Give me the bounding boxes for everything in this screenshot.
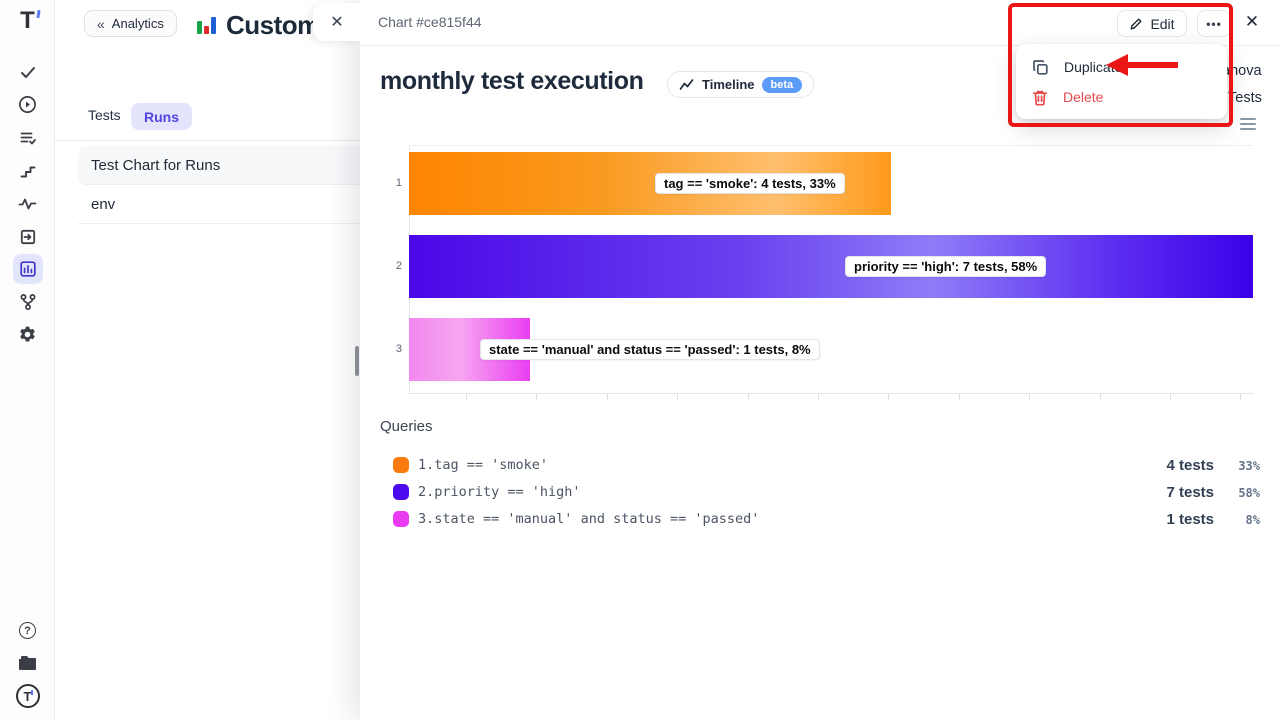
import-login-box-icon[interactable] [0,228,55,246]
bar-label-3: state == 'manual' and status == 'passed'… [480,339,820,360]
query-row-2: 2. priority == 'high' 7 tests58% [393,483,1260,501]
tabs-divider [55,140,360,141]
chart-id-title: Chart #ce815f44 [378,0,482,45]
query-row-3: 3. state == 'manual' and status == 'pass… [393,510,1260,528]
category-label-1: 1 [386,177,402,189]
brand-logo-circle-icon[interactable]: T [0,684,55,708]
query-color-swatch [393,511,409,527]
more-options-button[interactable]: ••• [1197,10,1231,37]
plot-top-border [409,145,1253,146]
list-item-env[interactable]: env [78,185,360,224]
query-percent: 58% [1214,486,1260,500]
tab-tests[interactable]: Tests [88,107,121,123]
duplicate-copy-icon [1032,59,1049,76]
query-color-swatch [393,457,409,473]
query-number: 1. [418,457,434,473]
activity-pulse-icon[interactable] [0,195,55,213]
list-item-label: Test Chart for Runs [91,157,220,174]
panel-close-tab[interactable]: ✕ [313,3,361,41]
clipped-author-text: anova [1222,63,1262,79]
milestones-steps-icon[interactable] [0,162,55,180]
query-row-1: 1. tag == 'smoke' 4 tests33% [393,456,1260,474]
panel-header: Chart #ce815f44 Edit ••• ✕ [360,0,1280,46]
query-tests-count: 1 tests [1166,511,1214,528]
edit-button[interactable]: Edit [1117,10,1187,37]
analytics-chart-icon-active[interactable] [0,254,55,284]
timeline-label: Timeline [702,77,755,92]
query-tests-count: 7 tests [1166,484,1214,501]
tab-runs-label: Runs [144,109,179,125]
back-to-analytics-button[interactable]: « Analytics [84,10,177,37]
query-code: priority == 'high' [434,484,580,500]
queries-heading: Queries [380,418,433,435]
runs-play-circle-icon[interactable] [0,95,55,114]
chart-title: monthly test execution [380,67,643,96]
clipped-tests-text: Tests [1228,90,1262,106]
list-item-test-chart-for-runs[interactable]: Test Chart for Runs [78,146,360,185]
annotation-arrow-head [1106,54,1128,76]
query-code: tag == 'smoke' [434,457,548,473]
docs-folder-icon[interactable] [0,655,55,671]
query-number: 2. [418,484,434,500]
settings-gear-icon[interactable] [0,325,55,344]
query-percent: 33% [1214,459,1260,473]
category-label-2: 2 [386,260,402,272]
bar-chart-icon [196,14,218,36]
annotation-arrow [1128,62,1178,68]
chart-bar-2[interactable] [409,235,1253,298]
category-label-3: 3 [386,343,402,355]
close-icon: ✕ [330,12,343,32]
timeline-toggle-button[interactable]: Timeline beta [667,71,814,98]
pencil-icon [1129,17,1143,31]
bar-label-2: priority == 'high': 7 tests, 58% [845,256,1046,277]
query-tests-count: 4 tests [1166,457,1214,474]
edit-button-label: Edit [1150,16,1174,32]
icon-rail: T ? T [0,0,55,720]
panel-close-button[interactable]: ✕ [1243,12,1261,32]
help-icon[interactable]: ? [0,622,55,639]
bar-label-1: tag == 'smoke': 4 tests, 33% [655,173,845,194]
trash-icon [1032,89,1048,106]
app-logo-icon[interactable]: T [0,8,55,34]
page-title: Custom C [196,8,314,42]
trend-line-icon [679,78,695,91]
tests-check-icon[interactable] [0,63,55,81]
query-code: state == 'manual' and status == 'passed' [434,511,759,527]
menu-item-delete[interactable]: Delete [1016,82,1227,112]
list-item-label: env [91,196,115,213]
query-percent: 8% [1214,513,1260,527]
panel-scrollbar-thumb[interactable] [355,346,359,376]
x-axis-line [409,393,1254,401]
menu-item-label: Delete [1063,89,1103,105]
query-number: 3. [418,511,434,527]
chevrons-left-icon: « [97,16,105,32]
back-button-label: Analytics [112,16,164,31]
test-plans-list-check-icon[interactable] [0,129,55,147]
branches-git-icon[interactable] [0,293,55,311]
page-title-text: Custom C [226,10,314,41]
beta-badge: beta [762,77,803,93]
query-color-swatch [393,484,409,500]
ellipsis-icon: ••• [1206,17,1222,31]
tab-runs[interactable]: Runs [131,103,192,130]
chart-context-menu-icon[interactable] [1240,118,1256,133]
